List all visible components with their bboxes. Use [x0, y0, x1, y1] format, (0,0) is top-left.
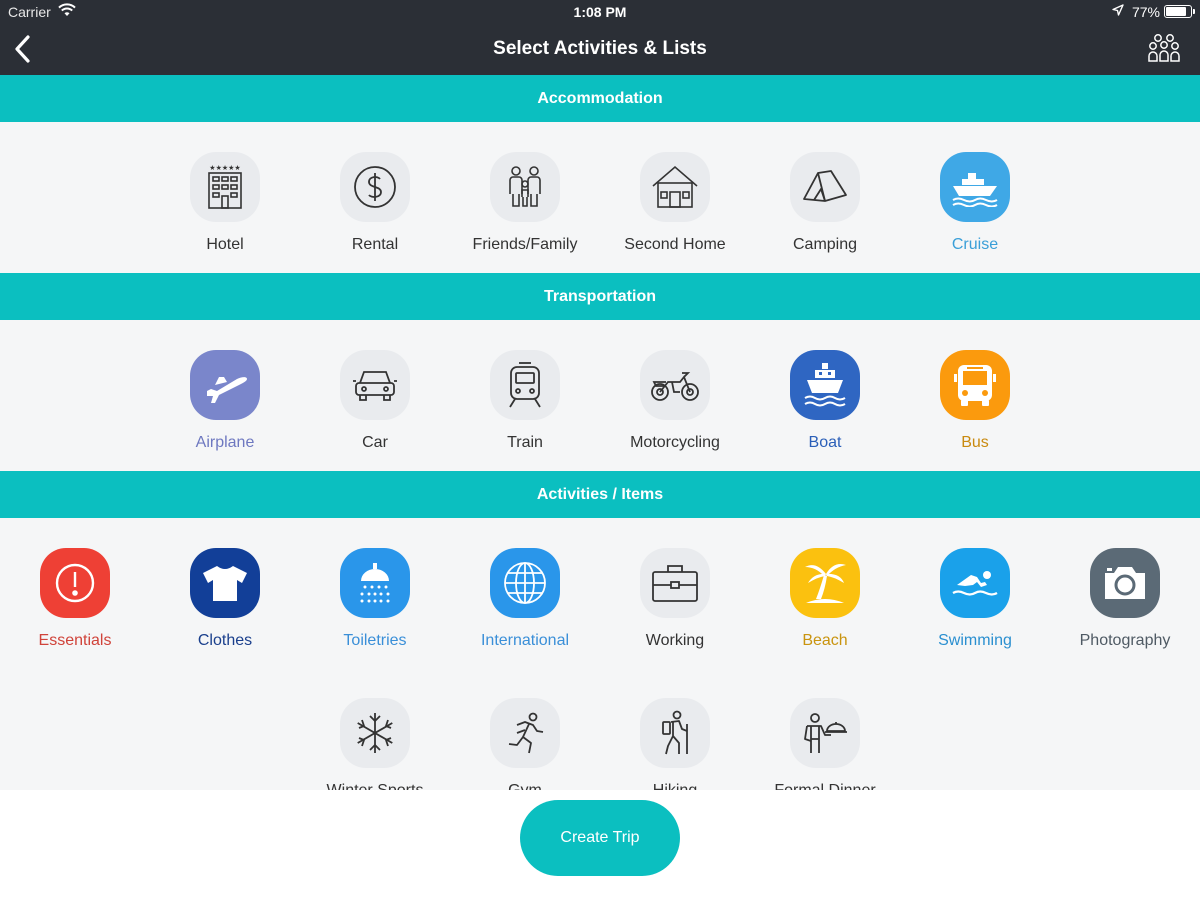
briefcase-icon	[652, 565, 698, 602]
section-header-transportation: Transportation	[0, 273, 1200, 320]
tile-essentials[interactable]: Essentials	[0, 548, 150, 650]
airplane-icon	[207, 377, 247, 403]
runner-icon	[508, 712, 544, 754]
location-arrow-icon	[1112, 4, 1124, 16]
tile-label: Boat	[808, 434, 842, 451]
accommodation-row: ★★★★★ Hotel Rental Friends/Family Second…	[0, 122, 1200, 273]
tile-label: Winter Sports	[300, 782, 450, 790]
hiker-icon	[662, 710, 688, 755]
tile-car[interactable]: Car	[300, 350, 450, 452]
tile-hiking[interactable]: Hiking	[600, 698, 750, 790]
tile-working[interactable]: Working	[600, 548, 750, 650]
battery-icon	[1164, 5, 1195, 18]
tile-camping[interactable]: Camping	[750, 152, 900, 254]
tile-bus[interactable]: Bus	[900, 350, 1050, 452]
tile-label: Second Home	[624, 236, 726, 253]
tile-label: Cruise	[951, 236, 999, 253]
palm-tree-icon	[805, 564, 846, 603]
car-icon	[353, 371, 397, 401]
tile-beach[interactable]: Beach	[750, 548, 900, 650]
dollar-icon	[354, 166, 396, 208]
tile-label: Car	[362, 434, 388, 451]
tile-second-home[interactable]: Second Home	[600, 152, 750, 254]
tile-train[interactable]: Train	[450, 350, 600, 452]
group-icon[interactable]	[1148, 33, 1180, 63]
shirt-icon	[203, 566, 247, 601]
tile-label: Motorcycling	[630, 434, 720, 451]
snowflake-icon	[357, 713, 393, 753]
section-header-accommodation: Accommodation	[0, 75, 1200, 122]
tile-label: Swimming	[938, 632, 1012, 649]
train-icon	[509, 362, 541, 408]
family-icon	[509, 166, 541, 207]
tile-label: Photography	[1079, 632, 1171, 649]
tile-label: Bus	[961, 434, 989, 451]
tile-hotel[interactable]: ★★★★★ Hotel	[150, 152, 300, 254]
globe-icon	[504, 562, 546, 604]
page-title: Select Activities & Lists	[493, 38, 707, 59]
tile-clothes[interactable]: Clothes	[150, 548, 300, 650]
house-icon	[652, 165, 698, 208]
tile-label: Clothes	[197, 632, 253, 649]
tile-friends-family[interactable]: Friends/Family	[450, 152, 600, 254]
tile-label: Formal Dinner	[750, 782, 900, 790]
tile-label: Gym	[450, 782, 600, 790]
section-header-activities: Activities / Items	[0, 471, 1200, 518]
cruise-ship-icon	[952, 173, 998, 207]
boat-icon	[804, 363, 846, 407]
tile-label: International	[480, 632, 570, 649]
svg-text:★★★★★: ★★★★★	[209, 164, 240, 172]
tile-toiletries[interactable]: Toiletries	[300, 548, 450, 650]
tile-cruise[interactable]: Cruise	[900, 152, 1050, 254]
tent-icon	[803, 170, 847, 202]
swimmer-icon	[952, 571, 998, 596]
tile-gym[interactable]: Gym	[450, 698, 600, 790]
bus-icon	[954, 365, 996, 406]
tile-label: Train	[507, 434, 543, 451]
tile-label: Essentials	[38, 632, 112, 649]
transportation-row: Airplane Car Train Motorcycling Boat Bus	[0, 320, 1200, 471]
tile-label: Hotel	[206, 236, 244, 253]
top-bar: Carrier 1:08 PM 77% Select Activities & …	[0, 0, 1200, 75]
tile-international[interactable]: International	[450, 548, 600, 650]
camera-icon	[1105, 567, 1145, 599]
status-bar: Carrier 1:08 PM 77%	[0, 0, 1200, 24]
tile-motorcycling[interactable]: Motorcycling	[600, 350, 750, 452]
tile-label: Beach	[802, 632, 848, 649]
alert-icon	[55, 563, 95, 603]
tile-label: Rental	[351, 236, 399, 253]
hotel-icon: ★★★★★	[208, 164, 242, 209]
tile-label: Airplane	[195, 434, 255, 451]
tile-airplane[interactable]: Airplane	[150, 350, 300, 452]
tile-label: Working	[645, 632, 705, 649]
battery-percentage: 77%	[1131, 4, 1160, 20]
tile-winter-sports[interactable]: Winter Sports	[300, 698, 450, 790]
activities-scroll-area[interactable]: Essentials Clothes Toiletries Internatio…	[0, 518, 1200, 790]
tile-swimming[interactable]: Swimming	[900, 548, 1050, 650]
shower-icon	[360, 563, 390, 603]
tile-label: Camping	[792, 236, 858, 253]
tile-formal-dinner[interactable]: Formal Dinner	[750, 698, 900, 790]
tile-label: Toiletries	[343, 632, 407, 649]
create-trip-button[interactable]: Create Trip	[520, 800, 680, 876]
motorcycle-icon	[651, 372, 699, 401]
tile-rental[interactable]: Rental	[300, 152, 450, 254]
tile-label: Friends/Family	[472, 236, 578, 253]
tile-photography[interactable]: Photography	[1050, 548, 1200, 650]
tile-label: Hiking	[600, 782, 750, 790]
tile-boat[interactable]: Boat	[750, 350, 900, 452]
waiter-icon	[804, 713, 847, 753]
clock: 1:08 PM	[573, 4, 627, 20]
